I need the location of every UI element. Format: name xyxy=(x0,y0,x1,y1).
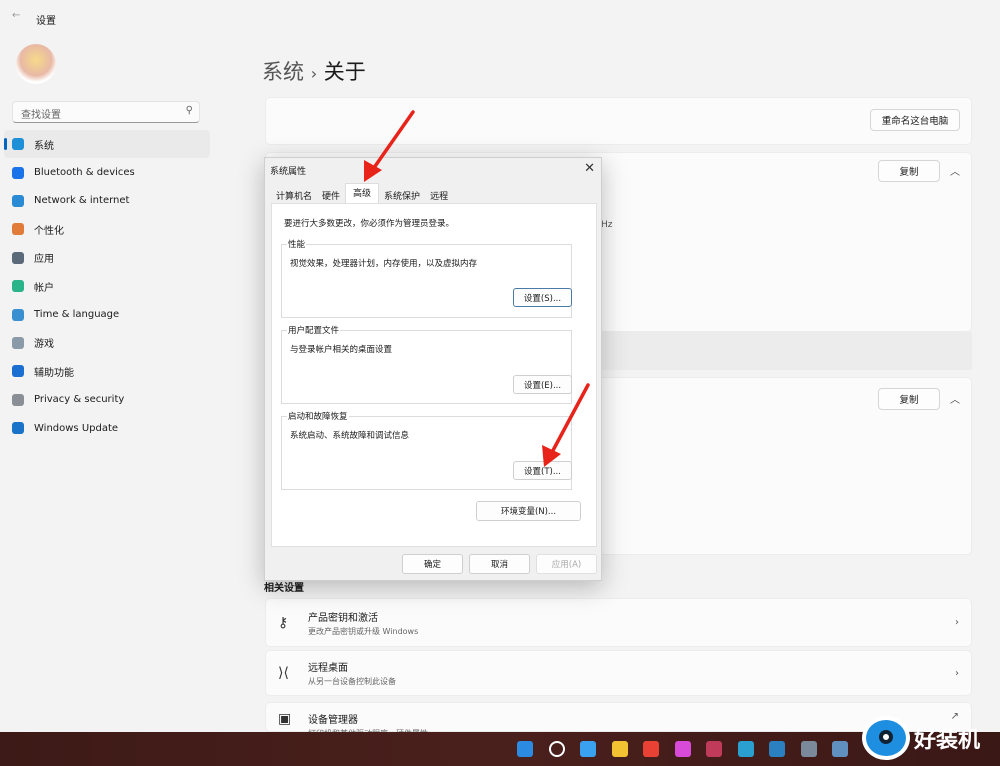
arrow-head xyxy=(364,160,382,182)
arrow-to-startup-settings xyxy=(548,383,590,458)
arrow-to-advanced-tab xyxy=(369,110,415,174)
annotation-arrows xyxy=(364,110,590,467)
arrow-head xyxy=(542,445,561,467)
